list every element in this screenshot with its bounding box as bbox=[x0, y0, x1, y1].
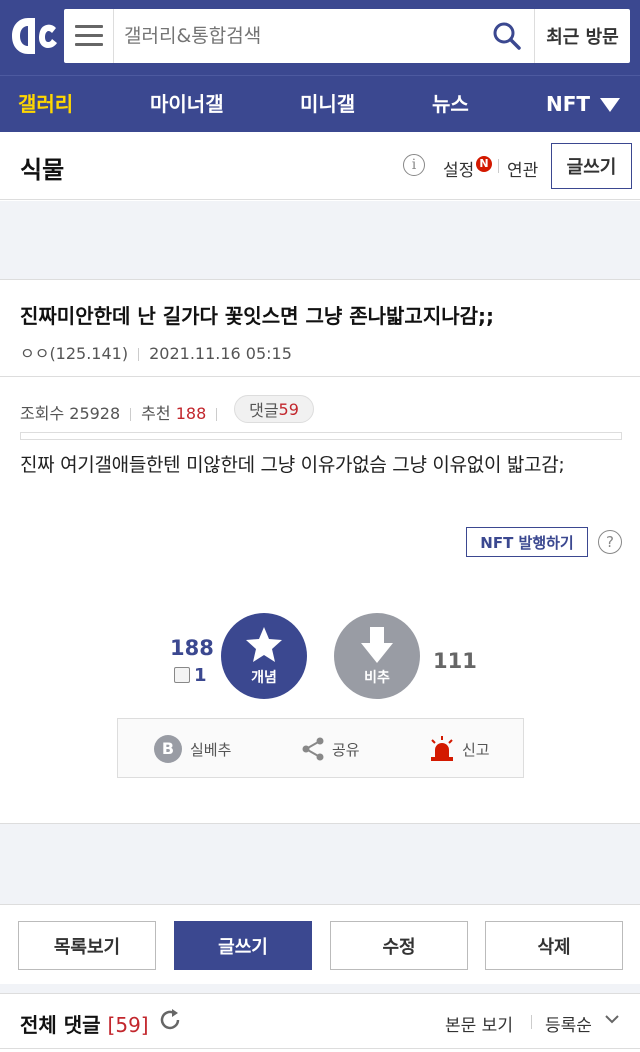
star-icon bbox=[246, 627, 282, 662]
siren-icon bbox=[431, 736, 453, 761]
downvote-button[interactable]: 비추 bbox=[334, 613, 420, 699]
nav-more-icon[interactable] bbox=[600, 98, 620, 112]
gallery-header: 식물 i 설정 N 연관 글쓰기 bbox=[0, 132, 640, 200]
nav-nft[interactable]: NFT bbox=[546, 76, 590, 133]
setting-link[interactable]: 설정 bbox=[443, 156, 474, 181]
comments-title: 전체 댓글 [59] bbox=[20, 1013, 149, 1037]
new-badge: N bbox=[476, 156, 492, 172]
nav-gallery[interactable]: 갤러리 bbox=[18, 76, 73, 133]
info-icon[interactable]: i bbox=[403, 154, 425, 176]
gallery-title[interactable]: 식물 bbox=[20, 150, 64, 185]
write-button-top[interactable]: 글쓰기 bbox=[551, 143, 632, 189]
search-input[interactable] bbox=[124, 23, 484, 49]
nav-mini-gallery[interactable]: 미니갤 bbox=[300, 76, 355, 133]
help-icon[interactable]: ? bbox=[598, 530, 622, 554]
search-box: 최근 방문 bbox=[64, 9, 630, 63]
fix-count: 1 bbox=[174, 665, 207, 686]
post-meta: ㅇㅇ(125.141) 2021.11.16 05:15 bbox=[20, 340, 292, 364]
top-bar: 최근 방문 bbox=[0, 0, 640, 75]
view-body-link[interactable]: 본문 보기 bbox=[445, 1011, 513, 1036]
search-icon[interactable] bbox=[492, 21, 522, 51]
divider bbox=[498, 159, 499, 173]
delete-button[interactable]: 삭제 bbox=[485, 921, 623, 970]
ad-area-bottom bbox=[0, 824, 640, 904]
arrow-down-icon bbox=[361, 627, 393, 663]
b-icon: B bbox=[154, 735, 182, 763]
recent-visit-button[interactable]: 최근 방문 bbox=[534, 9, 630, 63]
comments-header: 전체 댓글 [59] 본문 보기 등록순 bbox=[0, 993, 640, 1049]
view-count: 25928 bbox=[69, 404, 121, 423]
write-button[interactable]: 글쓰기 bbox=[174, 921, 312, 970]
list-button[interactable]: 목록보기 bbox=[18, 921, 156, 970]
report-button[interactable]: 신고 bbox=[428, 719, 490, 779]
content-divider bbox=[20, 432, 622, 440]
post-title: 진짜미안한데 난 길가다 꽃잇스면 그냥 존나밟고지나감;; bbox=[20, 304, 495, 328]
fix-icon bbox=[174, 667, 190, 683]
silbe-recommend-button[interactable]: B 실베추 bbox=[154, 719, 231, 779]
post-stats: 조회수 25928 추천 188 bbox=[20, 400, 227, 424]
downvote-count: 111 bbox=[433, 649, 477, 673]
comment-count-button[interactable]: 댓글 59 bbox=[234, 395, 314, 423]
post-author[interactable]: ㅇㅇ(125.141) bbox=[20, 344, 128, 363]
share-button[interactable]: 공유 bbox=[300, 719, 360, 779]
share-icon bbox=[302, 737, 324, 761]
sort-select[interactable]: 등록순 bbox=[545, 1011, 592, 1036]
nav-minor-gallery[interactable]: 마이너갤 bbox=[150, 76, 224, 133]
hamburger-icon bbox=[75, 25, 103, 28]
refresh-icon[interactable] bbox=[158, 1008, 182, 1032]
ad-area bbox=[0, 201, 640, 279]
dc-logo-icon[interactable] bbox=[8, 14, 60, 58]
chevron-down-icon[interactable] bbox=[604, 1011, 620, 1027]
nft-issue-button[interactable]: NFT 발행하기 bbox=[466, 527, 588, 557]
post-body: 진짜 여기갤애들한텐 미않한데 그냥 이유가없슴 그냥 이유없이 밟고감; bbox=[20, 454, 565, 476]
menu-button[interactable] bbox=[64, 9, 114, 63]
comments-count: [59] bbox=[107, 1013, 149, 1037]
recommend-count: 188 bbox=[175, 404, 207, 423]
main-nav: 갤러리 마이너갤 미니갤 뉴스 NFT bbox=[0, 75, 640, 132]
post-date: 2021.11.16 05:15 bbox=[149, 344, 292, 363]
upvote-count: 188 bbox=[170, 636, 214, 660]
post-actions: B 실베추 공유 신고 bbox=[117, 718, 524, 778]
upvote-button[interactable]: 개념 bbox=[221, 613, 307, 699]
nav-news[interactable]: 뉴스 bbox=[432, 76, 469, 133]
edit-button[interactable]: 수정 bbox=[330, 921, 468, 970]
related-link[interactable]: 연관 bbox=[507, 156, 538, 181]
